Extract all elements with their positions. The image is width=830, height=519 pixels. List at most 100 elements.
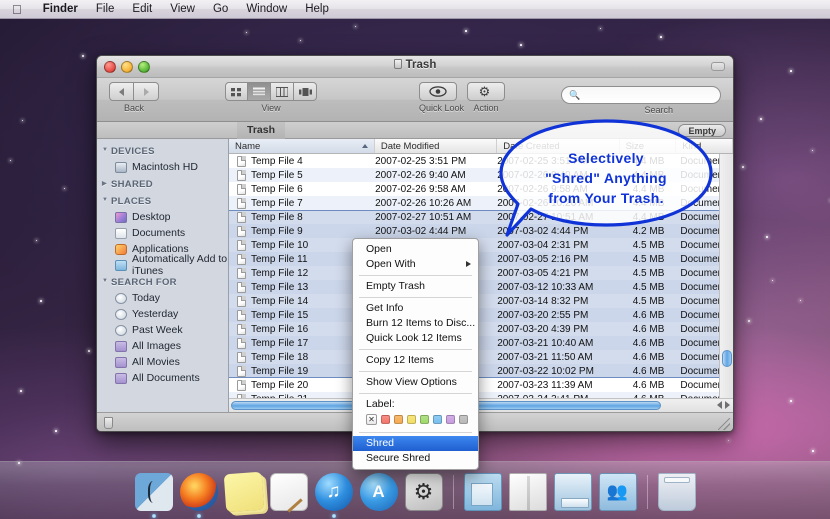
back-button[interactable] — [109, 82, 134, 101]
apple-menu-icon[interactable]:  — [12, 3, 22, 16]
scroll-arrows[interactable] — [717, 401, 730, 409]
context-menu-item-shred[interactable]: Shred — [353, 436, 478, 451]
cell-size: 4.6 MB — [632, 365, 665, 377]
context-menu-item-burn-12-items-to-disc[interactable]: Burn 12 Items to Disc... — [353, 316, 478, 331]
sidebar-item-macintosh-hd[interactable]: Macintosh HD — [97, 159, 228, 175]
vertical-scroll-thumb[interactable] — [722, 350, 732, 367]
sidebar-section-search-for[interactable]: ▼ SEARCH FOR — [97, 273, 228, 290]
search-field[interactable] — [580, 89, 711, 101]
breadcrumb[interactable]: Trash — [237, 122, 286, 139]
menu-item-view[interactable]: View — [161, 0, 204, 19]
horizontal-scrollbar[interactable] — [229, 398, 733, 412]
context-menu-item-quick-look-12-items[interactable]: Quick Look 12 Items — [353, 331, 478, 346]
table-row[interactable]: Temp File 14 2007-03-14 8:32 PM 4.5 MB Docu… — [229, 294, 733, 308]
menu-item-finder[interactable]: Finder — [34, 0, 87, 19]
context-menu-item-label: Empty Trash — [366, 280, 425, 292]
table-row[interactable]: Temp File 102007-03-04 2:31 PM2007-03-04… — [229, 238, 733, 252]
cell-date-created: 2007-03-12 10:33 AM — [497, 281, 594, 293]
dock-item-trash[interactable] — [657, 473, 696, 511]
table-row[interactable]: Temp File 15 2007-03-20 2:55 PM 4.6 MB Docu… — [229, 308, 733, 322]
context-menu-item-secure-shred[interactable]: Secure Shred — [353, 451, 478, 466]
menu-item-file[interactable]: File — [87, 0, 124, 19]
forward-button[interactable] — [134, 82, 159, 101]
dock-item-app-store[interactable] — [359, 473, 398, 511]
quick-look-button[interactable] — [419, 82, 457, 101]
sidebar-item-today[interactable]: Today — [97, 290, 228, 306]
dock-item-firefox[interactable] — [179, 473, 218, 518]
dock-item-documents-folder[interactable] — [463, 473, 502, 511]
resize-grip[interactable] — [718, 418, 730, 430]
dock-item-finder[interactable] — [134, 473, 173, 518]
forward-arrow-icon — [143, 87, 149, 96]
menu-item-window[interactable]: Window — [237, 0, 296, 19]
icon-view-button[interactable] — [225, 82, 248, 101]
label-color-swatch-2[interactable] — [407, 415, 416, 424]
menu-bar:  Finder File Edit View Go Window Help — [0, 0, 830, 19]
context-menu-item-get-info[interactable]: Get Info — [353, 301, 478, 316]
sidebar-section-label: SHARED — [111, 179, 153, 190]
document-icon — [237, 379, 246, 391]
dock-item-textedit[interactable] — [269, 473, 308, 511]
dock-item-stickies[interactable] — [223, 471, 264, 513]
context-menu-item-show-view-options[interactable]: Show View Options — [353, 375, 478, 390]
document-icon — [237, 281, 246, 293]
coverflow-view-button[interactable] — [294, 82, 317, 101]
menu-separator — [359, 349, 472, 350]
table-row[interactable]: Temp File 19 2007-03-22 10:02 PM 4.6 MB Doc… — [229, 364, 733, 378]
dock-item-system-preferences[interactable] — [404, 473, 443, 511]
vertical-scrollbar[interactable] — [719, 154, 733, 412]
sidebar-item-all-documents[interactable]: All Documents — [97, 370, 228, 386]
context-menu-item-open-with[interactable]: Open With — [353, 257, 478, 272]
label-color-swatch-1[interactable] — [394, 415, 403, 424]
table-row[interactable]: Temp File 18 2007-03-21 11:50 AM 4.6 MB Doc… — [229, 350, 733, 364]
sidebar-item-automatically-add-to-itunes[interactable]: Automatically Add to iTunes — [97, 253, 228, 277]
trash-status-icon — [104, 417, 113, 429]
sidebar-section-shared[interactable]: ▶ SHARED — [97, 175, 228, 192]
toolbar-toggle-button[interactable] — [711, 62, 725, 71]
context-menu[interactable]: Open Open With Empty Trash Get Info Burn 12 … — [352, 238, 479, 470]
column-header-name[interactable]: Name — [229, 139, 375, 153]
dock-item-disk[interactable] — [553, 473, 592, 511]
column-header-date-modified[interactable]: Date Modified — [375, 139, 498, 153]
label-color-swatch-6[interactable] — [459, 415, 468, 424]
list-view-button[interactable] — [248, 82, 271, 101]
sidebar-item-desktop[interactable]: Desktop — [97, 209, 228, 225]
search-input[interactable]: 🔍 — [561, 86, 721, 104]
scroll-right-icon[interactable] — [725, 401, 730, 409]
table-row[interactable]: Temp File 16 2007-03-20 4:39 PM 4.6 MB Docu… — [229, 322, 733, 336]
context-menu-item-open[interactable]: Open — [353, 242, 478, 257]
table-row[interactable]: Temp File 112007-03-05 2:16 PM2007-03-05… — [229, 252, 733, 266]
table-row[interactable]: Temp File 122007-03-05 4:21 PM2007-03-05… — [229, 266, 733, 280]
table-row[interactable]: Temp File 13 2007-03-12 10:33 AM 4.5 MB Doc… — [229, 280, 733, 294]
action-button[interactable]: ⚙ — [467, 82, 505, 101]
dock-item-users-folder[interactable] — [598, 473, 637, 511]
label-color-swatch-4[interactable] — [433, 415, 442, 424]
menu-item-go[interactable]: Go — [204, 0, 237, 19]
sidebar-section-places[interactable]: ▼ PLACES — [97, 192, 228, 209]
dock-item-itunes[interactable] — [314, 473, 353, 518]
label-color-swatch-0[interactable] — [381, 415, 390, 424]
context-menu-item-copy-12-items[interactable]: Copy 12 Items — [353, 353, 478, 368]
sidebar-item-all-images[interactable]: All Images — [97, 338, 228, 354]
dock-item-file-archive[interactable] — [508, 473, 547, 511]
chevron-down-icon: ▼ — [102, 147, 109, 153]
sidebar-item-documents[interactable]: Documents — [97, 225, 228, 241]
table-row[interactable]: Temp File 20 2007-03-23 11:39 AM 4.6 MB Doc… — [229, 378, 733, 392]
scroll-left-icon[interactable] — [717, 401, 722, 409]
table-row[interactable]: Temp File 17 2007-03-21 10:40 AM 4.6 MB Doc… — [229, 336, 733, 350]
sidebar-item-past-week[interactable]: Past Week — [97, 322, 228, 338]
sidebar-item-all-movies[interactable]: All Movies — [97, 354, 228, 370]
file-name: Temp File 18 — [251, 351, 309, 363]
menu-item-edit[interactable]: Edit — [123, 0, 161, 19]
document-icon — [237, 323, 246, 335]
label-color-swatch-5[interactable] — [446, 415, 455, 424]
sidebar-section-devices[interactable]: ▼ DEVICES — [97, 142, 228, 159]
label-none-button[interactable]: ✕ — [366, 414, 377, 425]
context-menu-item-empty-trash[interactable]: Empty Trash — [353, 279, 478, 294]
column-view-button[interactable] — [271, 82, 294, 101]
window-title-bar[interactable]: Trash — [97, 56, 733, 78]
sidebar-item-yesterday[interactable]: Yesterday — [97, 306, 228, 322]
menu-item-help[interactable]: Help — [296, 0, 338, 19]
label-color-swatch-3[interactable] — [420, 415, 429, 424]
view-label: View — [261, 103, 281, 113]
